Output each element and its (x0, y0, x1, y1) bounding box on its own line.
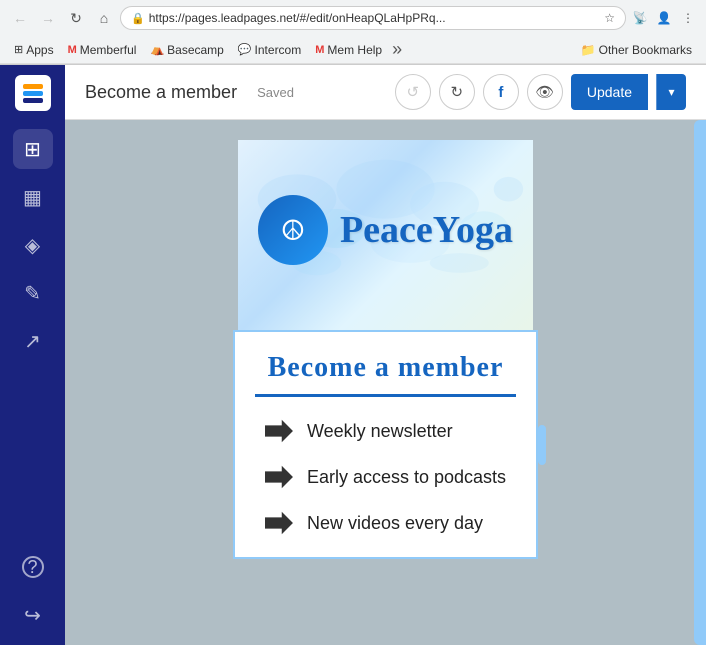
secure-icon: 🔒 (131, 12, 145, 25)
analytics-icon: ↗ (24, 329, 41, 354)
more-icon[interactable]: ⋮ (678, 8, 698, 28)
reload-button[interactable]: ↻ (64, 6, 88, 30)
sidebar-bottom: ? ↪ (13, 547, 53, 635)
sidebar-item-pen[interactable]: ✎ (13, 273, 53, 313)
forward-button[interactable]: → (36, 6, 60, 30)
undo-button[interactable]: ↺ (395, 74, 431, 110)
folder-icon: 📁 (581, 43, 596, 57)
nav-bar: ← → ↻ ⌂ 🔒 https://pages.leadpages.net/#/… (0, 0, 706, 36)
mem-help-icon: M (315, 44, 324, 56)
browser-chrome: ← → ↻ ⌂ 🔒 https://pages.leadpages.net/#/… (0, 0, 706, 65)
profile-icon[interactable]: 👤 (654, 8, 674, 28)
bookmark-intercom-label: Intercom (255, 43, 302, 57)
section-heading: Become a member (255, 352, 516, 384)
top-bar-actions: ↺ ↻ f 👁 Update ▾ (395, 74, 686, 110)
other-bookmarks[interactable]: 📁 Other Bookmarks (575, 41, 698, 59)
bookmark-basecamp[interactable]: ⛺ Basecamp (144, 41, 229, 59)
pen-icon: ✎ (24, 281, 41, 306)
arrow-icon-3 (265, 509, 293, 537)
dashboard-icon: ⊞ (24, 137, 41, 162)
sidebar-item-help[interactable]: ? (13, 547, 53, 587)
feature-list: Weekly newsletter Early access to podcas… (255, 417, 516, 537)
other-bookmarks-label: Other Bookmarks (599, 43, 692, 57)
update-dropdown-button[interactable]: ▾ (656, 74, 686, 110)
layers-icon: ◈ (25, 233, 40, 258)
address-bar[interactable]: 🔒 https://pages.leadpages.net/#/edit/onH… (120, 6, 626, 30)
logo-layer-bottom (23, 98, 43, 103)
widgets-icon: ▦ (23, 185, 42, 210)
sidebar-logo[interactable] (15, 75, 51, 111)
memberful-icon: M (68, 44, 77, 56)
content-section[interactable]: Become a member Weekly newsletter Early … (233, 330, 538, 559)
bookmark-intercom[interactable]: 💬 Intercom (232, 41, 307, 59)
sidebar: ⊞ ▦ ◈ ✎ ↗ ? ↪ (0, 65, 65, 645)
intercom-icon: 💬 (238, 43, 252, 56)
list-item: Early access to podcasts (265, 463, 506, 491)
bookmarks-bar: ⊞ Apps M Memberful ⛺ Basecamp 💬 Intercom… (0, 36, 706, 64)
redo-icon: ↻ (451, 83, 464, 101)
feature-text-1: Weekly newsletter (307, 421, 453, 442)
logo-container: ☮ PeaceYoga (258, 195, 513, 265)
feature-text-3: New videos every day (307, 513, 483, 534)
sidebar-item-analytics[interactable]: ↗ (13, 321, 53, 361)
bookmark-mem-help[interactable]: M Mem Help (309, 41, 388, 59)
page-title: Become a member (85, 82, 237, 103)
account-icon: ↪ (24, 603, 41, 628)
facebook-preview-button[interactable]: f (483, 74, 519, 110)
help-icon: ? (22, 556, 44, 578)
section-handle[interactable] (538, 425, 546, 465)
sidebar-item-widgets[interactable]: ▦ (13, 177, 53, 217)
url-text: https://pages.leadpages.net/#/edit/onHea… (149, 11, 601, 25)
saved-label: Saved (257, 85, 294, 100)
arrow-icon-1 (265, 417, 293, 445)
sidebar-item-account[interactable]: ↪ (13, 595, 53, 635)
chevron-down-icon: ▾ (668, 85, 674, 99)
hero-section: ☮ PeaceYoga (238, 140, 533, 330)
cast-icon[interactable]: 📡 (630, 8, 650, 28)
logo-layers (23, 84, 43, 103)
home-button[interactable]: ⌂ (92, 6, 116, 30)
logo-layer-top (23, 84, 43, 89)
basecamp-icon: ⛺ (150, 43, 164, 56)
eye-icon: 👁 (535, 83, 554, 101)
sidebar-item-layers[interactable]: ◈ (13, 225, 53, 265)
bookmark-basecamp-label: Basecamp (167, 43, 224, 57)
editor-canvas[interactable]: ☮ PeaceYoga Become a member Weekly newsl… (65, 120, 706, 645)
top-bar: Become a member Saved ↺ ↻ f 👁 Update ▾ (65, 65, 706, 120)
main-content: Become a member Saved ↺ ↻ f 👁 Update ▾ (65, 65, 706, 645)
bookmark-apps[interactable]: ⊞ Apps (8, 41, 60, 59)
back-button[interactable]: ← (8, 6, 32, 30)
undo-icon: ↺ (407, 83, 420, 101)
peace-yoga-logo-image: ☮ (258, 195, 328, 265)
right-scroll-indicator (694, 120, 706, 645)
sidebar-item-dashboard[interactable]: ⊞ (13, 129, 53, 169)
list-item: New videos every day (265, 509, 506, 537)
bookmark-memberful[interactable]: M Memberful (62, 41, 143, 59)
apps-grid-icon: ⊞ (14, 43, 23, 56)
logo-layer-middle (23, 91, 43, 96)
nav-icons: 📡 👤 ⋮ (630, 8, 698, 28)
feature-text-2: Early access to podcasts (307, 467, 506, 488)
bookmark-memberful-label: Memberful (80, 43, 137, 57)
brand-name: PeaceYoga (340, 208, 513, 252)
facebook-icon: f (498, 84, 503, 101)
update-button[interactable]: Update (571, 74, 648, 110)
bookmark-mem-help-label: Mem Help (327, 43, 382, 57)
app-layout: ⊞ ▦ ◈ ✎ ↗ ? ↪ Become a member Saved (0, 65, 706, 645)
redo-button[interactable]: ↻ (439, 74, 475, 110)
preview-button[interactable]: 👁 (527, 74, 563, 110)
bookmark-apps-label: Apps (26, 43, 53, 57)
list-item: Weekly newsletter (265, 417, 506, 445)
section-underline (255, 394, 516, 397)
peace-symbol: ☮ (280, 214, 305, 247)
bookmark-star-button[interactable]: ☆ (604, 11, 615, 25)
bookmarks-more-button[interactable]: » (392, 39, 402, 60)
arrow-icon-2 (265, 463, 293, 491)
